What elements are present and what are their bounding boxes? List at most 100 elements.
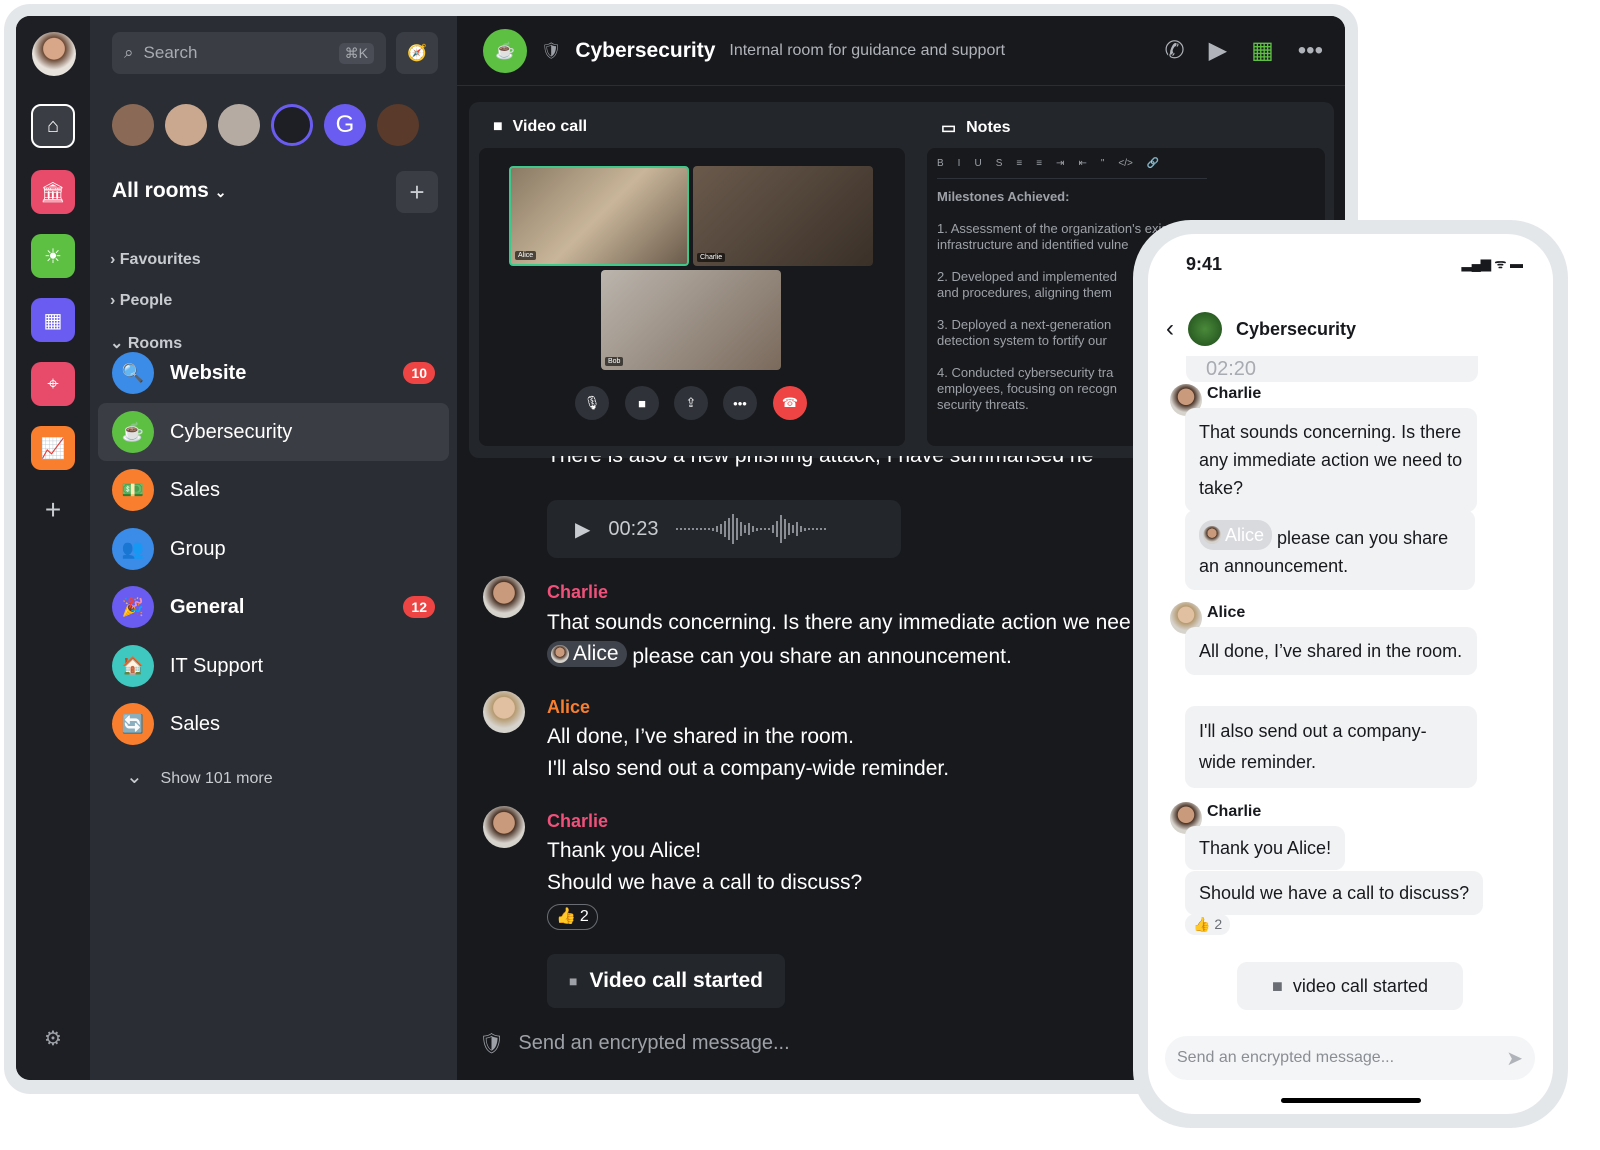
shortcut-hint: ⌘K: [338, 42, 374, 64]
website-room-icon: 🔍: [112, 352, 154, 394]
participant-tile[interactable]: Bob: [601, 270, 781, 370]
show-more-button[interactable]: ⌄ Show 101 more: [126, 764, 273, 789]
search-input[interactable]: ⌕ Search ⌘K: [112, 32, 386, 74]
room-item-it-support[interactable]: 🏠 IT Support: [98, 637, 449, 695]
mention-pill[interactable]: Alice: [547, 641, 627, 667]
more-options-icon[interactable]: •••: [1298, 37, 1323, 65]
explore-compass-icon[interactable]: 🧭: [396, 32, 438, 74]
room-item-group[interactable]: 👥 Group: [98, 520, 449, 578]
room-item-sales-2[interactable]: 🔄 Sales: [98, 695, 449, 753]
bullet-list-button[interactable]: ≡: [1016, 156, 1022, 172]
underline-button[interactable]: U: [974, 156, 981, 172]
person-avatar[interactable]: [377, 104, 419, 146]
participant-name: Alice: [515, 251, 537, 260]
bank-space-icon[interactable]: 🏛: [31, 170, 75, 214]
strikethrough-button[interactable]: S: [996, 156, 1003, 172]
it-support-room-icon: 🏠: [112, 645, 154, 687]
person-avatar[interactable]: [165, 104, 207, 146]
avatar[interactable]: [483, 691, 525, 733]
camera-button[interactable]: ■: [625, 386, 659, 420]
message-bubble[interactable]: Thank you Alice!: [1185, 826, 1346, 870]
chart-space-icon[interactable]: 📈: [31, 426, 75, 470]
waveform-bar: [752, 526, 755, 532]
message-bubble[interactable]: Should we have a call to discuss?: [1185, 871, 1484, 915]
room-title: Cybersecurity: [575, 38, 716, 62]
send-icon[interactable]: ➤: [1506, 1046, 1523, 1071]
participant-tile[interactable]: Alice: [509, 166, 689, 266]
more-call-options-button[interactable]: •••: [723, 386, 757, 420]
room-item-general[interactable]: 🎉 General 12: [98, 578, 449, 636]
calendar-space-icon[interactable]: ▦: [31, 298, 75, 342]
location-space-icon[interactable]: ⌖: [31, 362, 75, 406]
message-bubble[interactable]: Alice please can you share an announceme…: [1185, 510, 1475, 590]
video-call-started-button[interactable]: ■ video call started: [1237, 962, 1463, 1010]
mention-pill[interactable]: Alice: [1199, 520, 1273, 550]
quote-button[interactable]: ": [1101, 156, 1105, 172]
sender-name[interactable]: Charlie: [547, 811, 862, 831]
room-item-website[interactable]: 🔍 Website 10: [98, 344, 449, 402]
room-avatar[interactable]: [1188, 312, 1222, 346]
room-sidebar: ⌕ Search ⌘K 🧭 G All rooms ⌄ + › Favourites…: [90, 16, 457, 1080]
section-favourites[interactable]: › Favourites: [110, 251, 201, 269]
status-time: 9:41: [1186, 254, 1223, 274]
add-room-button[interactable]: +: [396, 171, 438, 213]
sender-name[interactable]: Charlie: [547, 582, 1131, 603]
room-item-sales[interactable]: 💵 Sales: [98, 461, 449, 519]
waveform-bar: [724, 521, 727, 537]
play-icon[interactable]: ▶: [575, 517, 590, 542]
participant-name: Charlie: [697, 253, 726, 262]
user-avatar[interactable]: [32, 32, 76, 76]
voice-message[interactable]: ▶ 00:23: [547, 500, 901, 558]
participant-tile[interactable]: Charlie: [693, 166, 873, 266]
add-space-icon[interactable]: +: [31, 488, 75, 532]
microphone-button[interactable]: 🎙: [575, 386, 609, 420]
avatar[interactable]: [483, 806, 525, 848]
room-name: Sales: [170, 712, 221, 735]
gear-icon[interactable]: ⚙: [31, 1016, 75, 1060]
cybersecurity-room-icon: ☕: [112, 411, 154, 453]
italic-button[interactable]: I: [958, 156, 961, 172]
waveform[interactable]: [676, 514, 827, 544]
voice-message-partial[interactable]: 02:20: [1186, 356, 1478, 382]
person-avatar[interactable]: [112, 104, 154, 146]
message-bubble[interactable]: I'll also send out a company-wide remind…: [1185, 706, 1477, 788]
person-avatar[interactable]: [271, 104, 313, 146]
screen-share-button[interactable]: ⇪: [674, 386, 708, 420]
sun-space-icon[interactable]: ☀: [31, 234, 75, 278]
video-call-started-button[interactable]: ■ Video call started: [547, 954, 785, 1008]
reaction-thumbs-up[interactable]: 👍 2: [1185, 914, 1231, 935]
link-button[interactable]: 🔗: [1147, 156, 1159, 172]
reaction-count: 2: [579, 908, 589, 925]
message-bubble[interactable]: That sounds concerning. Is there any imm…: [1185, 408, 1477, 512]
message-composer[interactable]: 🛡 Send an encrypted message...: [479, 1031, 790, 1056]
hang-up-button[interactable]: ☎: [773, 386, 807, 420]
message-bubble[interactable]: All done, I’ve shared in the room.: [1185, 627, 1477, 675]
all-rooms-dropdown[interactable]: All rooms ⌄: [112, 179, 226, 203]
search-placeholder: Search: [143, 43, 198, 62]
video-call-title: ■ Video call: [493, 118, 587, 136]
sender-name[interactable]: Alice: [547, 697, 949, 717]
video-camera-icon[interactable]: ▶: [1209, 36, 1227, 65]
person-avatar[interactable]: [218, 104, 260, 146]
home-indicator: [1281, 1098, 1421, 1103]
shield-icon: 🛡: [541, 42, 562, 60]
outdent-button[interactable]: ⇤: [1078, 156, 1086, 172]
phone-icon[interactable]: ✆: [1165, 36, 1185, 65]
home-icon[interactable]: ⌂: [31, 104, 75, 148]
numbered-list-button[interactable]: ≡: [1036, 156, 1042, 172]
code-button[interactable]: </>: [1118, 156, 1132, 172]
avatar[interactable]: [483, 576, 525, 618]
reaction-thumbs-up[interactable]: 👍 2: [547, 904, 598, 930]
phone-composer[interactable]: Send an encrypted message... ➤: [1165, 1036, 1535, 1080]
indent-button[interactable]: ⇥: [1056, 156, 1064, 172]
bold-button[interactable]: B: [937, 156, 944, 172]
room-item-cybersecurity[interactable]: ☕ Cybersecurity: [98, 403, 449, 461]
room-name: General: [170, 595, 245, 618]
person-avatar-g[interactable]: G: [324, 104, 366, 146]
room-avatar[interactable]: ☕: [483, 28, 527, 73]
notes-item: 4. Conducted cybersecurity tra employees…: [937, 365, 1117, 412]
phone-header: ‹ Cybersecurity: [1148, 302, 1553, 356]
section-people[interactable]: › People: [110, 292, 172, 310]
back-chevron-icon[interactable]: ‹: [1166, 315, 1174, 343]
apps-grid-icon[interactable]: ▦: [1251, 36, 1274, 65]
